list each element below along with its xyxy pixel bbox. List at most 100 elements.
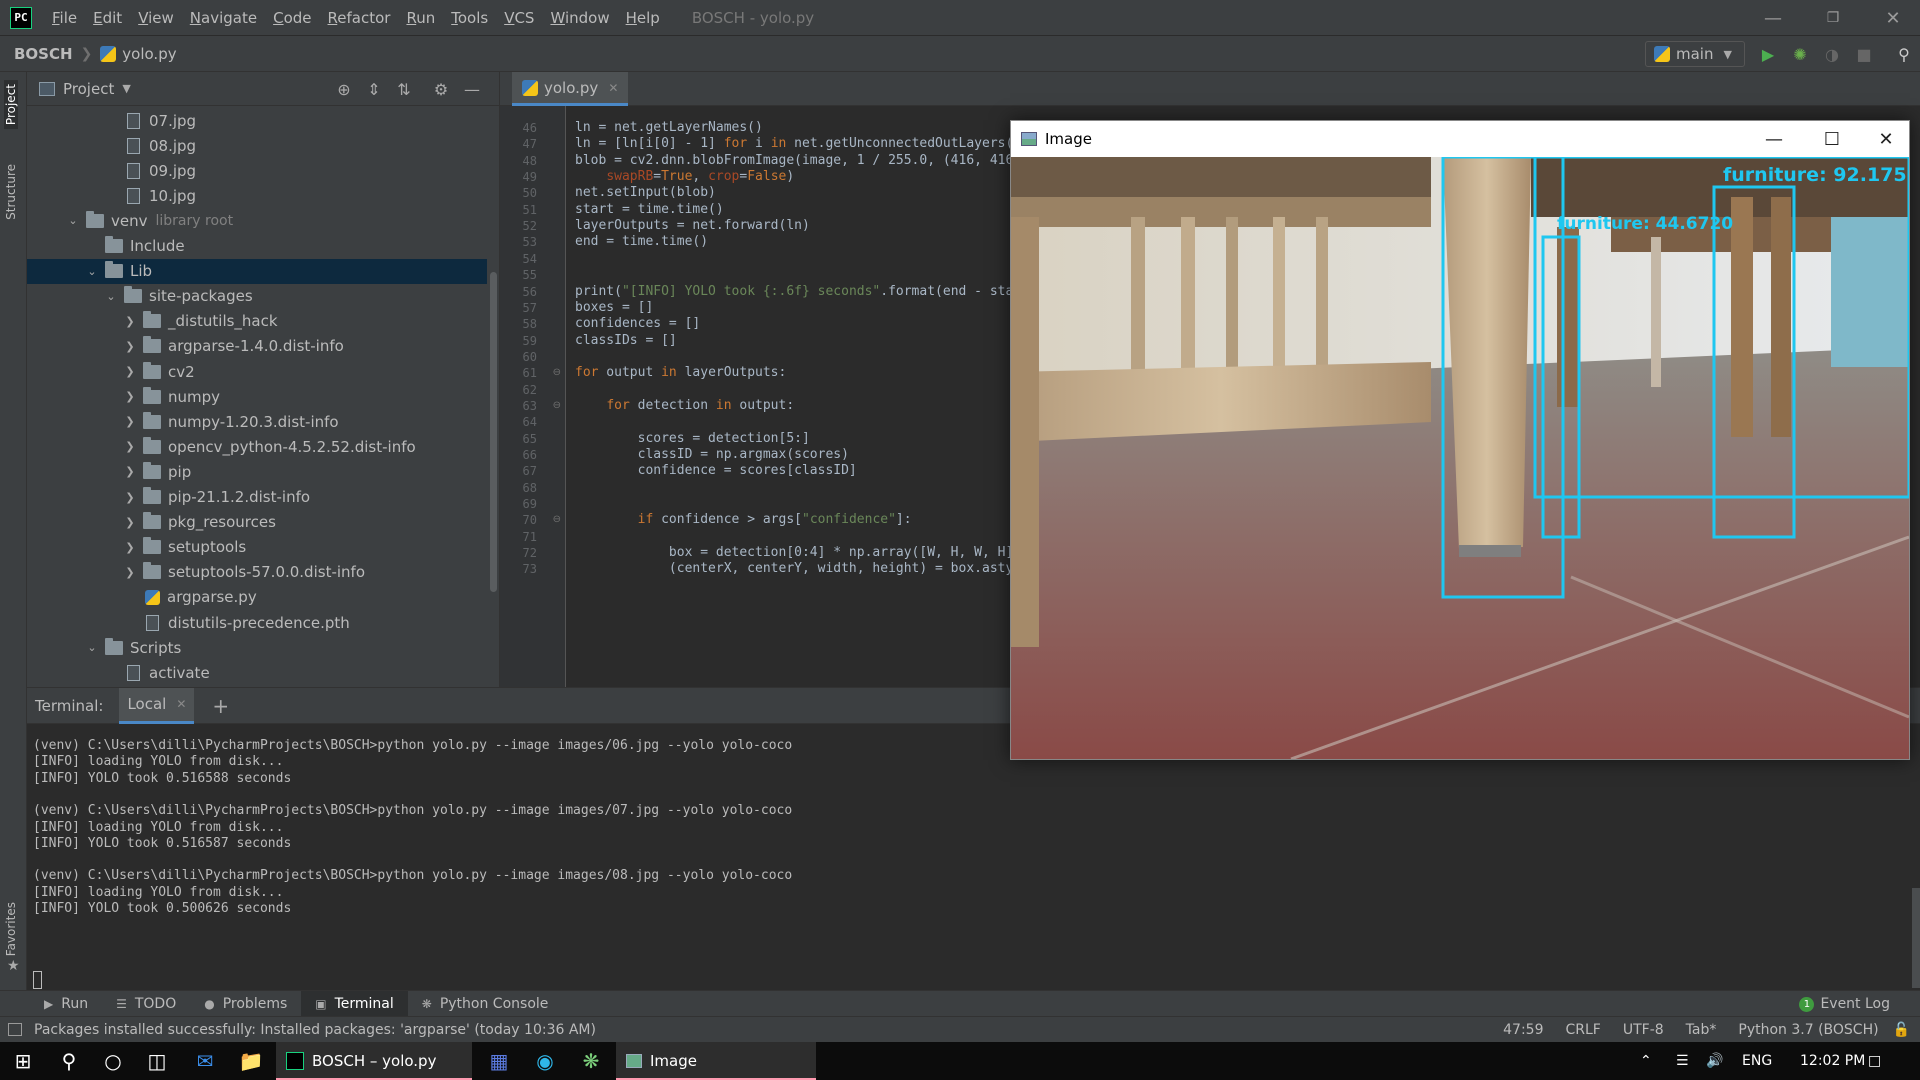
- new-terminal-button[interactable]: +: [212, 694, 229, 718]
- task-view-button[interactable]: ◫: [134, 1042, 180, 1080]
- chevron-right-icon[interactable]: ❯: [123, 516, 137, 529]
- chevron-right-icon[interactable]: ❯: [123, 440, 137, 453]
- image-maximize-button[interactable]: ☐: [1803, 121, 1861, 157]
- menu-file[interactable]: File: [44, 0, 85, 36]
- taskbar-image[interactable]: Image: [616, 1042, 816, 1080]
- cortana-button[interactable]: ○: [90, 1042, 136, 1080]
- tool-tab-terminal[interactable]: ▣ Terminal: [301, 990, 408, 1017]
- chevron-down-icon[interactable]: ⌄: [85, 641, 99, 654]
- run-button[interactable]: ▶: [1757, 43, 1779, 65]
- image-output-window[interactable]: Image — ☐ ✕ furniture: 92.1756 furniture…: [1010, 120, 1910, 760]
- python-app-button[interactable]: ❋: [568, 1042, 614, 1080]
- chevron-right-icon[interactable]: ❯: [123, 541, 137, 554]
- coverage-button[interactable]: ◑: [1821, 43, 1843, 65]
- menu-view[interactable]: View: [130, 0, 182, 36]
- stripe-structure-tab[interactable]: Structure: [4, 164, 18, 220]
- debug-button[interactable]: ✺: [1789, 43, 1811, 65]
- chevron-down-icon[interactable]: ⌄: [66, 214, 80, 227]
- tree-item[interactable]: 08.jpg: [27, 133, 487, 158]
- wifi-status[interactable]: ☰: [1676, 1042, 1689, 1080]
- action-center-button[interactable]: □: [1868, 1042, 1881, 1080]
- chevron-right-icon[interactable]: ❯: [123, 365, 137, 378]
- tree-scrollbar[interactable]: [490, 272, 497, 592]
- restore-button[interactable]: ❐: [1810, 0, 1856, 36]
- tree-item[interactable]: ❯ numpy: [27, 384, 487, 409]
- menu-edit[interactable]: Edit: [85, 0, 130, 36]
- close-tab-icon[interactable]: ✕: [608, 81, 618, 95]
- menu-code[interactable]: Code: [265, 0, 319, 36]
- indent-setting[interactable]: Tab*: [1686, 1022, 1717, 1038]
- tool-tab-todo[interactable]: ☰ TODO: [102, 991, 190, 1017]
- tool-tab-python-console[interactable]: ❋ Python Console: [408, 991, 563, 1017]
- menu-window[interactable]: Window: [542, 0, 617, 36]
- tree-item[interactable]: activate: [27, 660, 487, 685]
- menu-help[interactable]: Help: [618, 0, 668, 36]
- tree-item[interactable]: distutils-precedence.pth: [27, 610, 487, 635]
- fold-toggle-icon[interactable]: ⊖: [553, 400, 561, 411]
- image-minimize-button[interactable]: —: [1745, 121, 1803, 157]
- calculator-app-button[interactable]: ▦: [476, 1042, 522, 1080]
- tool-tab-problems[interactable]: ● Problems: [190, 991, 301, 1017]
- run-configuration-selector[interactable]: main ▼: [1645, 41, 1745, 67]
- tree-item[interactable]: ⌄ site-packages: [27, 284, 487, 309]
- tree-item[interactable]: 09.jpg: [27, 158, 487, 183]
- status-message[interactable]: Packages installed successfully: Install…: [34, 1022, 596, 1038]
- locate-file-button[interactable]: ⊕: [333, 78, 355, 100]
- project-panel-title[interactable]: Project: [63, 80, 114, 98]
- chevron-right-icon[interactable]: ❯: [123, 491, 137, 504]
- tray-overflow-button[interactable]: ⌃: [1640, 1042, 1652, 1080]
- chevron-right-icon[interactable]: ❯: [123, 340, 137, 353]
- tree-item[interactable]: ❯ cv2: [27, 359, 487, 384]
- edge-app-button[interactable]: ◉: [522, 1042, 568, 1080]
- tool-tab-run[interactable]: ▶ Run: [30, 991, 102, 1017]
- chevron-down-icon[interactable]: ⌄: [104, 290, 118, 303]
- caret-position[interactable]: 47:59: [1503, 1022, 1543, 1038]
- tree-item[interactable]: argparse.py: [27, 585, 487, 610]
- mail-app-button[interactable]: ✉: [182, 1042, 228, 1080]
- terminal-scrollbar[interactable]: [1912, 888, 1920, 988]
- menu-navigate[interactable]: Navigate: [182, 0, 265, 36]
- stripe-favorites-tab[interactable]: Favorites: [4, 902, 18, 956]
- taskbar-search-button[interactable]: ⚲: [46, 1042, 92, 1080]
- tree-item[interactable]: ❯ numpy-1.20.3.dist-info: [27, 409, 487, 434]
- close-tab-icon[interactable]: ✕: [176, 697, 186, 711]
- editor-tab-yolo-py[interactable]: yolo.py ✕: [512, 72, 629, 106]
- start-button[interactable]: ⊞: [0, 1042, 46, 1080]
- image-close-button[interactable]: ✕: [1857, 121, 1915, 157]
- breadcrumb-file[interactable]: yolo.py: [100, 45, 177, 63]
- fold-toggle-icon[interactable]: ⊖: [553, 367, 561, 378]
- minimize-button[interactable]: —: [1750, 0, 1796, 36]
- tree-item[interactable]: ❯ pkg_resources: [27, 510, 487, 535]
- stop-button[interactable]: ■: [1853, 43, 1875, 65]
- close-button[interactable]: ✕: [1870, 0, 1916, 36]
- tree-item[interactable]: ❯ setuptools-57.0.0.dist-info: [27, 560, 487, 585]
- python-interpreter[interactable]: Python 3.7 (BOSCH): [1738, 1022, 1878, 1038]
- taskbar-pycharm[interactable]: BOSCH – yolo.py: [276, 1042, 472, 1080]
- tree-item[interactable]: ❯ opencv_python-4.5.2.52.dist-info: [27, 434, 487, 459]
- menu-tools[interactable]: Tools: [443, 0, 496, 36]
- file-encoding[interactable]: UTF-8: [1623, 1022, 1664, 1038]
- tree-item[interactable]: Include: [27, 234, 487, 259]
- toggle-tool-windows-icon[interactable]: [8, 1023, 22, 1036]
- chevron-right-icon[interactable]: ❯: [123, 315, 137, 328]
- line-separator[interactable]: CRLF: [1566, 1022, 1601, 1038]
- tree-item[interactable]: ❯ argparse-1.4.0.dist-info: [27, 334, 487, 359]
- chevron-right-icon[interactable]: ❯: [123, 566, 137, 579]
- menu-run[interactable]: Run: [398, 0, 443, 36]
- chevron-right-icon[interactable]: ❯: [123, 465, 137, 478]
- terminal-output[interactable]: (venv) C:\Users\dilli\PycharmProjects\BO…: [33, 738, 1893, 989]
- clock[interactable]: 12:02 PM: [1800, 1042, 1865, 1080]
- tree-item[interactable]: ⌄ venv library root: [27, 208, 487, 233]
- tree-item[interactable]: ⌄ Lib: [27, 258, 487, 284]
- tree-item[interactable]: 10.jpg: [27, 183, 487, 208]
- volume-control[interactable]: 🔊: [1706, 1042, 1723, 1080]
- hide-panel-button[interactable]: —: [461, 78, 483, 100]
- tree-item[interactable]: ❯ _distutils_hack: [27, 309, 487, 334]
- menu-vcs[interactable]: VCS: [496, 0, 542, 36]
- chevron-right-icon[interactable]: ❯: [123, 415, 137, 428]
- image-window-titlebar[interactable]: Image — ☐ ✕: [1011, 121, 1909, 157]
- tree-item[interactable]: ❯ pip: [27, 459, 487, 484]
- menu-refactor[interactable]: Refactor: [320, 0, 399, 36]
- search-everywhere-button[interactable]: ⚲: [1893, 43, 1915, 65]
- tree-item[interactable]: ❯ pip-21.1.2.dist-info: [27, 485, 487, 510]
